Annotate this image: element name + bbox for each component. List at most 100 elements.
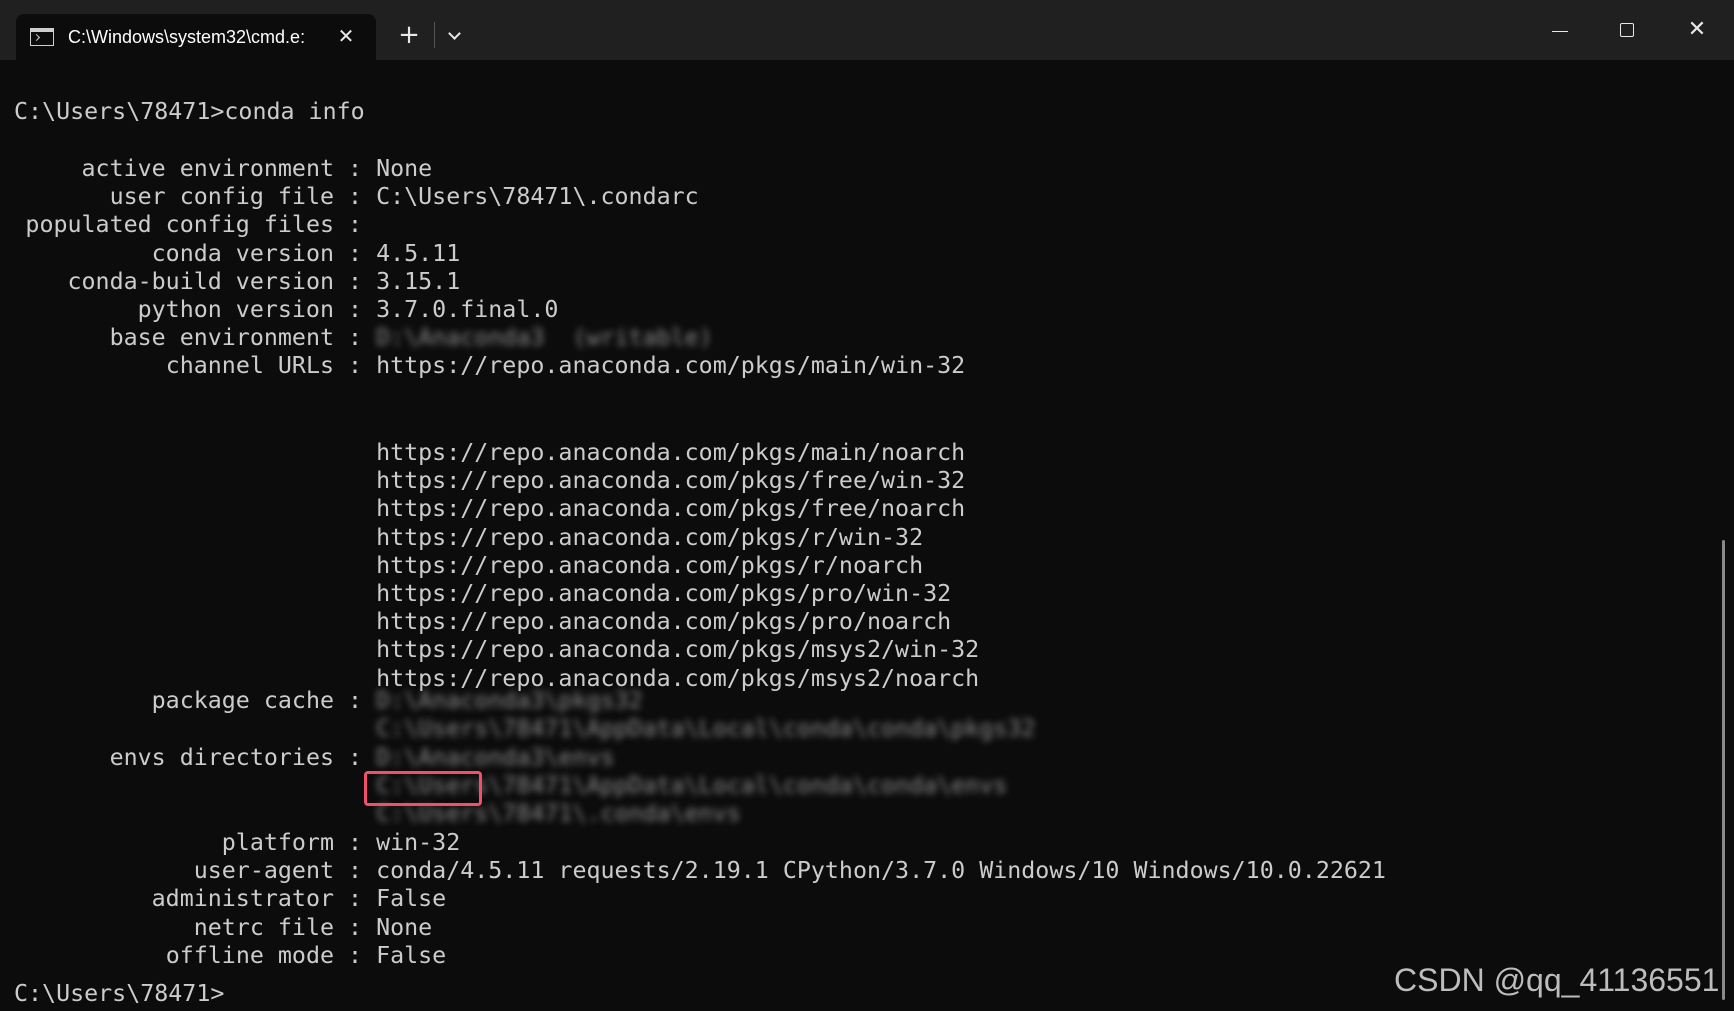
info-label: populated config files [25,211,334,239]
info-label: base environment [109,324,334,352]
info-value: https://repo.anaconda.com/pkgs/r/win-32 [376,523,924,551]
envs-directories-line: C:\Users\78471\AppData\Local\conda\conda… [14,772,1007,800]
info-separator: : [334,267,377,295]
info-line: platform : win-32 [14,829,460,857]
tab-dropdown-button[interactable] [440,18,470,52]
maximize-icon [1620,23,1634,37]
info-separator: : [334,885,377,913]
channel-url-line: https://repo.anaconda.com/pkgs/free/noar… [14,495,965,523]
info-line: base environment : D:\Anaconda3 (writabl… [14,324,713,352]
info-label: user config file [109,183,334,211]
info-line: channel URLs : https://repo.anaconda.com… [14,352,965,380]
info-line: administrator : False [14,885,447,913]
info-label: package cache [151,687,334,714]
info-value: C:\Users\78471\.condarc [376,183,699,211]
envs-directories-line: envs directories : D:\Anaconda3\envs [14,744,615,772]
maximize-button[interactable] [1604,10,1650,50]
info-value: False [376,941,447,969]
info-separator: : [334,183,377,211]
scrollbar[interactable] [1722,540,1725,1000]
channel-url-line: https://repo.anaconda.com/pkgs/main/noar… [14,439,965,467]
new-tab-button[interactable]: + [392,18,426,52]
info-label: active environment [81,155,334,182]
channel-url-line: https://repo.anaconda.com/pkgs/r/noarch [14,552,923,580]
minimize-icon [1552,31,1568,32]
tab-divider [434,22,435,48]
info-separator: : [334,913,377,941]
platform-highlight-box [364,771,482,806]
package-cache-line: C:\Users\78471\AppData\Local\conda\conda… [14,715,1035,743]
info-line: active environment : None [14,155,433,183]
command-line: C:\Users\78471>conda info [14,98,365,125]
info-value: win-32 [376,829,461,856]
minimize-button[interactable] [1536,10,1582,50]
info-line: python version : 3.7.0.final.0 [14,296,559,324]
title-bar: C:\Windows\system32\cmd.e: ✕ + ✕ [0,0,1734,60]
close-window-button[interactable]: ✕ [1674,10,1720,50]
channel-url-line: https://repo.anaconda.com/pkgs/r/win-32 [14,524,923,552]
tab-cmd[interactable]: C:\Windows\system32\cmd.e: ✕ [16,14,376,60]
info-separator: : [334,352,377,380]
terminal-window: C:\Windows\system32\cmd.e: ✕ + ✕ C:\User… [0,0,1734,1011]
info-value: 4.5.11 [376,239,461,267]
info-value: None [376,913,433,941]
info-label: offline mode [165,941,334,969]
info-separator: : [334,155,377,182]
channel-url-line: https://repo.anaconda.com/pkgs/free/win-… [14,467,965,495]
info-value: D:\Anaconda3\pkgs32 [376,687,643,714]
info-value: https://repo.anaconda.com/pkgs/r/noarch [376,551,924,579]
prompt-line: C:\Users\78471> [14,980,225,1007]
info-label: administrator [151,885,334,913]
info-value: D:\Anaconda3\envs [376,744,615,771]
info-line: populated config files : [14,211,376,239]
info-line: user-agent : conda/4.5.11 requests/2.19.… [14,857,1386,885]
close-icon[interactable]: ✕ [332,22,360,50]
tab-title: C:\Windows\system32\cmd.e: [68,27,306,47]
info-value: https://repo.anaconda.com/pkgs/pro/noarc… [376,608,952,636]
chevron-down-icon [448,27,461,40]
info-separator: : [334,829,377,856]
info-value: https://repo.anaconda.com/pkgs/free/win-… [376,467,966,495]
info-value: D:\Anaconda3 (writable) [376,324,713,352]
info-line: offline mode : False [14,941,447,970]
info-separator: : [334,687,377,714]
info-value: C:\Users\78471\AppData\Local\conda\conda… [376,715,1036,743]
close-icon: ✕ [1687,17,1707,42]
info-label: python version [137,296,334,323]
channel-url-line: https://repo.anaconda.com/pkgs/pro/noarc… [14,608,951,636]
terminal-output[interactable]: C:\Users\78471>conda info active environm… [0,60,1734,1011]
info-label: conda-build version [67,267,335,295]
info-label: platform [221,829,334,856]
info-separator: : [334,239,377,267]
package-cache-line: package cache : D:\Anaconda3\pkgs32 [14,687,643,715]
info-separator: : [334,941,377,969]
info-label: envs directories [109,744,334,771]
info-separator: : [334,857,377,885]
info-value: 3.7.0.final.0 [376,296,559,323]
info-label: user-agent [193,857,334,885]
info-separator: : [334,211,377,239]
channel-url-line: https://repo.anaconda.com/pkgs/msys2/win… [14,636,979,664]
channel-url-line: https://repo.anaconda.com/pkgs/pro/win-3… [14,580,951,608]
info-separator: : [334,324,377,352]
info-value: conda/4.5.11 requests/2.19.1 CPython/3.7… [376,857,1386,885]
info-line: user config file : C:\Users\78471\.conda… [14,183,699,211]
info-value: https://repo.anaconda.com/pkgs/main/noar… [376,439,966,466]
info-line: conda version : 4.5.11 [14,239,461,268]
info-label: conda version [151,239,334,267]
info-value: https://repo.anaconda.com/pkgs/pro/win-3… [376,580,952,607]
info-line: conda-build version : 3.15.1 [14,267,461,296]
info-label: netrc file [193,913,334,941]
info-separator: : [334,296,377,323]
info-value: False [376,885,447,913]
terminal-icon [30,28,54,46]
